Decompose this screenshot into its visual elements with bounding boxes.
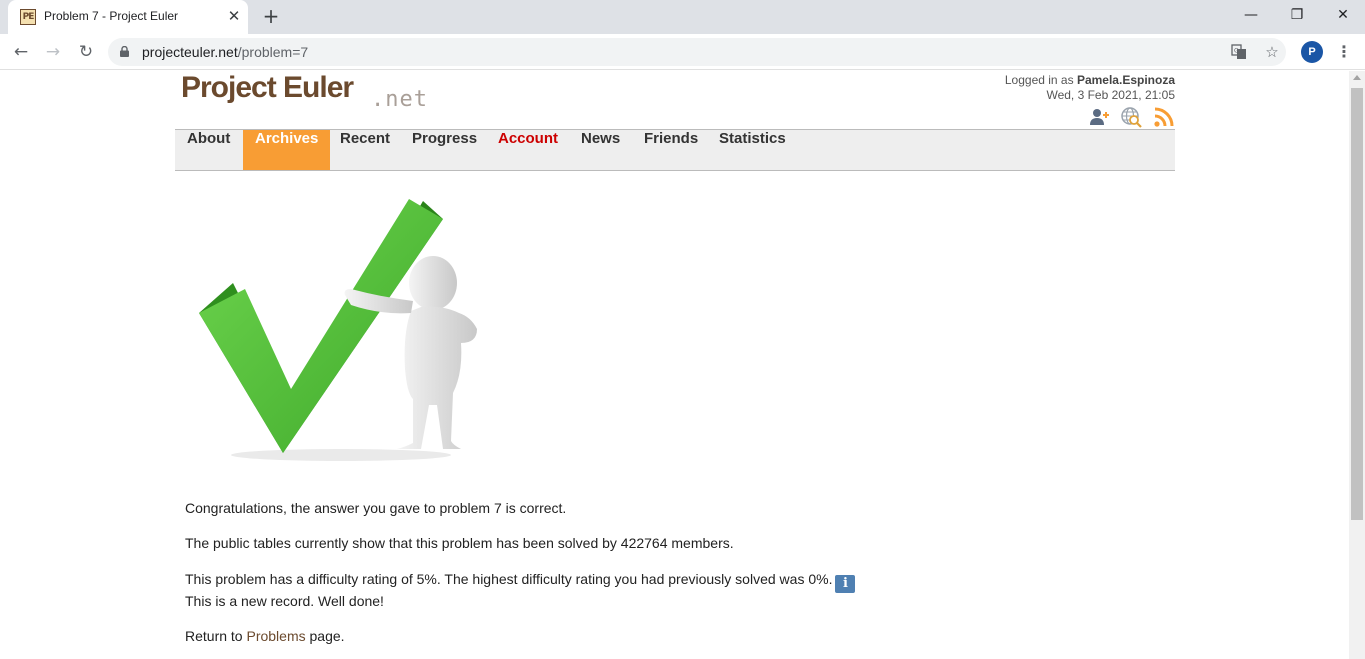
nav-archives[interactable]: Archives bbox=[243, 130, 331, 170]
nav-account[interactable]: Account bbox=[486, 130, 570, 170]
current-datetime: Wed, 3 Feb 2021, 21:05 bbox=[1046, 88, 1175, 102]
url-host: projecteuler.net bbox=[142, 44, 238, 60]
nav-about[interactable]: About bbox=[175, 130, 242, 170]
return-message: Return to Problems page. bbox=[185, 625, 345, 647]
return-prefix: Return to bbox=[185, 628, 243, 644]
page-container: Project Euler .net Logged in as Pamela.E… bbox=[175, 71, 1175, 659]
logo-main-text: Project Euler bbox=[181, 71, 354, 104]
url-text[interactable]: projecteuler.net/problem=7 bbox=[142, 44, 308, 60]
translate-icon[interactable]: G bbox=[1229, 42, 1249, 62]
minimize-window-icon[interactable]: — bbox=[1228, 4, 1274, 26]
back-arrow-icon[interactable]: ← bbox=[9, 40, 33, 64]
browser-menu-icon[interactable]: ⋮ bbox=[1334, 40, 1354, 64]
add-friend-icon[interactable] bbox=[1089, 106, 1111, 128]
new-tab-plus-icon[interactable]: + bbox=[260, 5, 282, 27]
profile-avatar[interactable]: P bbox=[1301, 41, 1323, 63]
problems-link[interactable]: Problems bbox=[246, 628, 305, 644]
correct-checkmark-figure-icon bbox=[199, 199, 477, 461]
solved-count-message: The public tables currently show that th… bbox=[185, 535, 734, 551]
nav-progress[interactable]: Progress bbox=[400, 130, 489, 170]
nav-friends[interactable]: Friends bbox=[632, 130, 710, 170]
username: Pamela.Espinoza bbox=[1076, 73, 1175, 87]
svg-text:G: G bbox=[1234, 48, 1239, 55]
page-viewport: Project Euler .net Logged in as Pamela.E… bbox=[0, 71, 1349, 659]
reload-icon[interactable]: ↻ bbox=[74, 40, 98, 64]
main-navigation: About Archives Recent Progress Account N… bbox=[175, 129, 1175, 171]
url-path: /problem=7 bbox=[237, 44, 309, 60]
project-euler-favicon-icon: PE bbox=[20, 9, 36, 25]
forward-arrow-icon[interactable]: → bbox=[41, 40, 65, 64]
globe-search-icon[interactable] bbox=[1120, 106, 1142, 128]
logged-in-label: Logged in as bbox=[1004, 73, 1074, 87]
browser-tab[interactable]: PE Problem 7 - Project Euler ✕ bbox=[8, 0, 248, 34]
rss-feed-icon[interactable] bbox=[1153, 106, 1175, 128]
restore-window-icon[interactable]: ❐ bbox=[1274, 4, 1320, 26]
tab-close-icon[interactable]: ✕ bbox=[226, 8, 242, 24]
scroll-thumb[interactable] bbox=[1351, 88, 1363, 520]
difficulty-text: This problem has a difficulty rating of … bbox=[185, 571, 833, 587]
logged-in-line: Logged in as Pamela.Espinoza bbox=[1005, 73, 1175, 88]
logo-sub-text: .net bbox=[371, 87, 428, 112]
tab-strip: PE Problem 7 - Project Euler ✕ + — ❐ ✕ bbox=[0, 0, 1365, 34]
nav-news[interactable]: News bbox=[569, 130, 632, 170]
address-bar[interactable]: projecteuler.net/problem=7 G ☆ bbox=[108, 38, 1286, 66]
lock-icon bbox=[120, 46, 129, 57]
scroll-up-arrow-icon[interactable] bbox=[1353, 75, 1361, 80]
nav-statistics[interactable]: Statistics bbox=[707, 130, 798, 170]
page-scrollbar[interactable] bbox=[1349, 71, 1365, 659]
new-record-message: This is a new record. Well done! bbox=[185, 593, 384, 609]
close-window-icon[interactable]: ✕ bbox=[1320, 4, 1365, 26]
browser-toolbar: ← → ↻ projecteuler.net/problem=7 G ☆ P ⋮ bbox=[0, 34, 1365, 70]
bookmark-star-icon[interactable]: ☆ bbox=[1262, 42, 1282, 62]
tab-title: Problem 7 - Project Euler bbox=[44, 9, 179, 23]
user-info: Logged in as Pamela.Espinoza Wed, 3 Feb … bbox=[1005, 73, 1175, 103]
return-suffix: page. bbox=[309, 628, 345, 644]
congrats-message: Congratulations, the answer you gave to … bbox=[185, 500, 567, 516]
header-icons bbox=[1085, 106, 1175, 128]
info-icon[interactable]: i bbox=[835, 575, 856, 593]
nav-recent[interactable]: Recent bbox=[328, 130, 402, 170]
